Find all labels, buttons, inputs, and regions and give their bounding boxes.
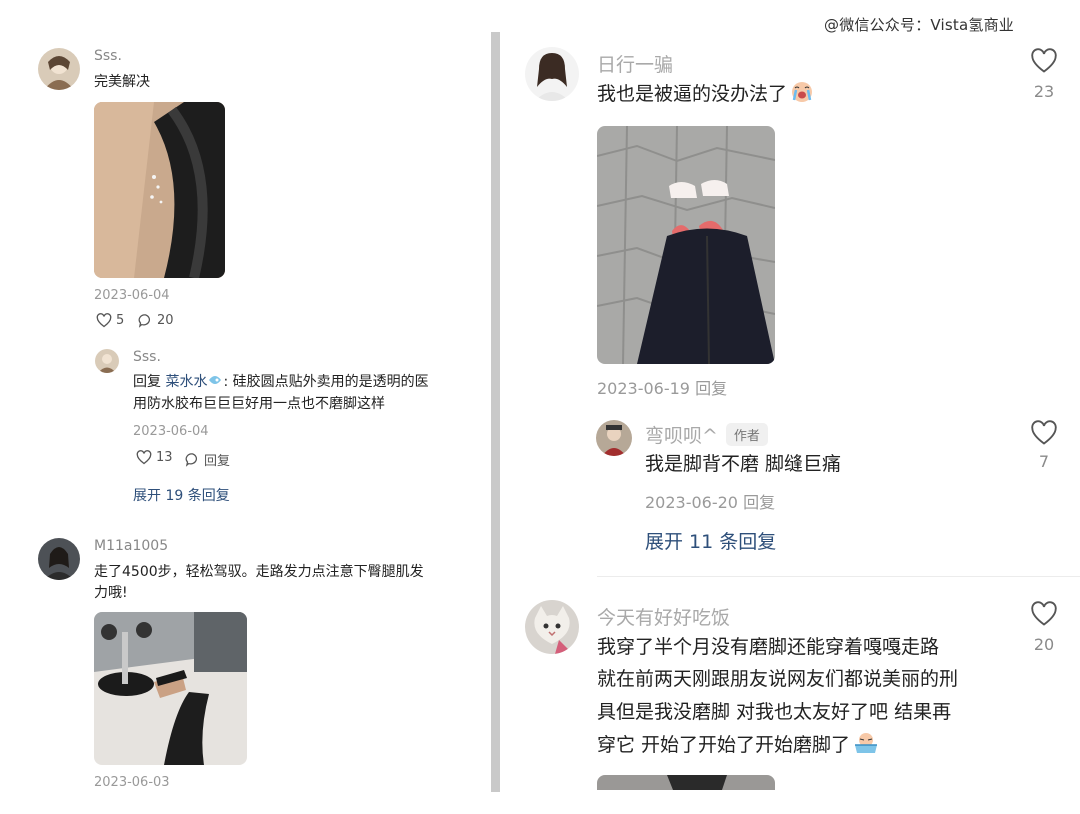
heart-icon [1024, 420, 1064, 446]
reply-date-reply[interactable]: 2023-06-20 回复 [645, 489, 775, 513]
comment-photo[interactable] [597, 126, 775, 364]
left-comment-panel: Sss. 完美解决 2023-06-04 5 20 Sss. 回复 菜水水: … [0, 0, 490, 814]
like-button[interactable]: 20 [1024, 601, 1064, 654]
comment-text-line1: 我穿了半个月没有磨脚还能穿着嘎嘎走路 [597, 636, 940, 658]
reply-avatar[interactable] [95, 349, 119, 373]
comment-text-line2: 力哦! [94, 585, 128, 601]
reply-avatar[interactable] [596, 420, 632, 456]
avatar-image [38, 538, 80, 580]
comment-date: 2023-06-04 [94, 288, 170, 303]
like-button[interactable]: 23 [1024, 48, 1064, 101]
reply-username[interactable]: Sss. [133, 349, 161, 365]
reply-count-button[interactable]: 20 [138, 313, 174, 328]
comment-photo-partial[interactable] [597, 775, 775, 790]
mention-emoji-icon [207, 373, 223, 387]
like-count: 20 [1033, 635, 1055, 654]
reply-count: 20 [157, 313, 174, 328]
reply-text-line1: : 硅胶圆点贴外卖用的是透明的医 [223, 374, 429, 390]
crying-face-icon [789, 80, 815, 104]
comment-text-line4: 穿它 开始了开始了开始磨脚了 [597, 730, 880, 761]
reply-prefix: 回复 [133, 374, 161, 390]
mention-link[interactable]: 菜水水 [165, 374, 207, 390]
comment-text-line4-body: 穿它 开始了开始了开始磨脚了 [597, 734, 851, 756]
heart-icon [1024, 48, 1064, 74]
comment-username[interactable]: M11a1005 [94, 538, 168, 554]
panel-divider [491, 32, 500, 792]
avatar-image [95, 349, 119, 373]
avatar-image [525, 47, 579, 101]
reply-like-button[interactable]: 13 [136, 450, 173, 465]
comment-bubble-icon [185, 452, 200, 467]
comment-bubble-icon [138, 313, 153, 328]
reply-like-button[interactable]: 7 [1024, 420, 1064, 471]
like-count: 23 [1033, 82, 1055, 101]
comment-text-line1: 走了4500步，轻松驾驭。走路发力点注意下臀腿肌发 [94, 564, 424, 580]
reply-header: 弯呗呗^ 作者 [645, 421, 768, 448]
comment-text: 我也是被逼的没办法了 [597, 79, 815, 110]
avatar-image [596, 420, 632, 456]
comment-photo[interactable] [94, 612, 247, 765]
crying-in-bath-icon [852, 731, 880, 755]
comment-photo[interactable] [94, 102, 225, 278]
reply-username[interactable]: 弯呗呗^ [645, 421, 718, 448]
comment-text-line3: 具但是我没磨脚 对我也太友好了吧 结果再 [597, 701, 952, 723]
reply-button[interactable]: 回复 [185, 450, 230, 469]
like-button[interactable]: 5 [96, 313, 124, 328]
expand-replies-link[interactable]: 展开 19 条回复 [133, 485, 230, 505]
right-comment-panel: 日行一骗 我也是被逼的没办法了 23 2023-06-19 回复 弯呗呗^ 作者… [500, 0, 1080, 814]
avatar[interactable] [38, 48, 80, 90]
author-tag: 作者 [725, 423, 768, 446]
reply-like-count: 7 [1038, 452, 1050, 471]
reply-text: 我是脚背不磨 脚缝巨痛 [645, 453, 842, 475]
avatar-image [38, 48, 80, 90]
reply-text-line2: 用防水胶布巨巨巨好用一点也不磨脚这样 [133, 396, 385, 412]
comment-date-reply[interactable]: 2023-06-19 回复 [597, 375, 727, 399]
avatar[interactable] [38, 538, 80, 580]
reply-date: 2023-06-04 [133, 424, 209, 439]
comment-username[interactable]: 日行一骗 [597, 50, 673, 77]
comment-username[interactable]: Sss. [94, 48, 122, 64]
avatar[interactable] [525, 600, 579, 654]
comment-date: 2023-06-03 [94, 775, 170, 790]
expand-replies-link[interactable]: 展开 11 条回复 [645, 527, 776, 554]
heart-icon [96, 313, 112, 328]
comment-text-body: 我也是被逼的没办法了 [597, 83, 788, 105]
comment-separator [597, 576, 1080, 577]
like-count: 5 [116, 313, 125, 328]
comment-text-line2: 就在前两天刚跟朋友说网友们都说美丽的刑 [597, 668, 959, 690]
reply-like-count: 13 [156, 450, 173, 465]
comment-text: 完美解决 [94, 74, 150, 90]
comment-username[interactable]: 今天有好好吃饭 [597, 603, 730, 630]
avatar[interactable] [525, 47, 579, 101]
heart-icon [1024, 601, 1064, 627]
avatar-image [525, 600, 579, 654]
reply-text: 回复 菜水水 : 硅胶圆点贴外卖用的是透明的医 [133, 371, 473, 393]
reply-button-label: 回复 [204, 454, 231, 469]
heart-icon [136, 450, 152, 465]
